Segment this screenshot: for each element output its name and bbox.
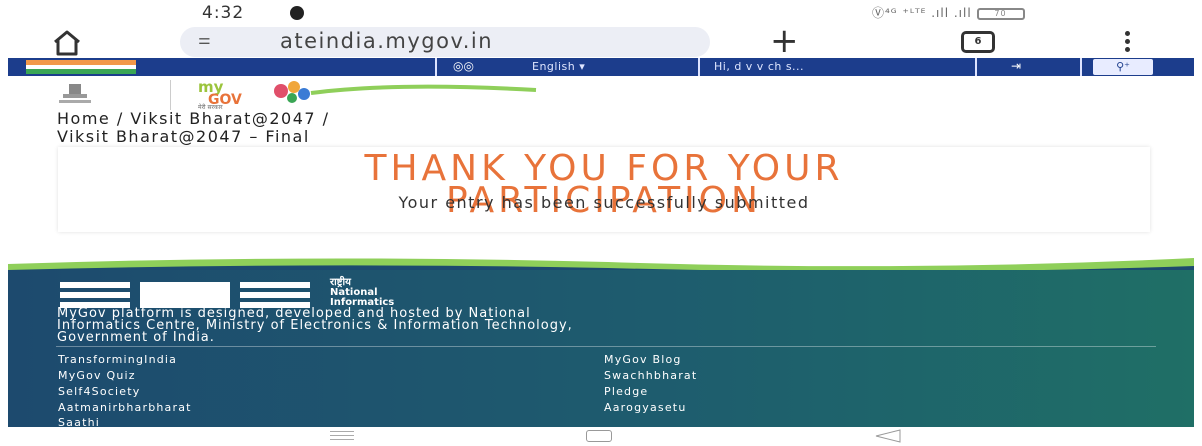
breadcrumb-current: Viksit Bharat@2047 – Final [57,127,310,146]
breadcrumb-separator: / [116,109,124,128]
nic-name: राष्ट्रीय National Informatics [330,278,394,308]
battery-icon: 70 [976,7,1025,20]
language-selector[interactable]: English ▾ [532,60,585,73]
home-icon[interactable] [52,30,82,56]
footer-link-mygov-quiz[interactable]: MyGov Quiz [58,369,136,382]
nav-divider [1080,58,1082,76]
thank-you-card: THANK YOU FOR YOUR PARTICIPATION Your en… [58,147,1150,232]
new-tab-icon[interactable]: + [770,24,799,58]
url-text[interactable]: ateindia.mygov.in [280,29,493,53]
footer-link-aarogyasetu[interactable]: Aarogyasetu [604,401,687,414]
footer-description-line: Informatics Centre, Ministry of Electron… [57,318,573,333]
tab-switcher-icon[interactable]: 6 [961,31,995,53]
breadcrumb: Home / Viksit Bharat@2047 / Viksit Bhara… [57,110,330,146]
user-add-icon[interactable]: ⚲⁺ [1093,59,1153,75]
browser-toolbar: ⚌ ateindia.mygov.in + 6 [0,24,1202,58]
top-navbar: ◎◎ English ▾ Hi, d v v ch s... ⇥ ⚲⁺ [8,58,1194,76]
footer-link-pledge[interactable]: Pledge [604,385,648,398]
address-bar[interactable]: ⚌ ateindia.mygov.in [180,27,710,57]
national-emblem-logo[interactable] [55,82,95,108]
footer-link-mygov-blog[interactable]: MyGov Blog [604,353,682,366]
footer-link-swachhbharat[interactable]: Swachhbharat [604,369,697,382]
footer-divider [56,346,1156,347]
back-icon[interactable] [874,429,902,443]
india-flag-icon [26,60,136,74]
logo-divider [170,80,171,110]
more-menu-icon[interactable] [1125,31,1131,55]
notification-icon [290,6,304,20]
submission-confirmation: Your entry has been successfully submitt… [398,193,810,212]
mygov-logo[interactable]: my GOV मेरी सरकार [196,78,556,110]
breadcrumb-separator: / [322,109,330,128]
footer-description-line: Government of India. [57,330,215,345]
footer-link-aatmanirbharbharat[interactable]: Aatmanirbharbharat [58,401,192,414]
accessibility-icon[interactable]: ◎◎ [453,59,474,73]
footer-link-transformingindia[interactable]: TransformingIndia [58,353,177,366]
signal-icon: Ⓥ⁴ᴳ ⁺ᴸᵀᴱ .ıll .ıll [872,6,972,20]
site-settings-icon[interactable]: ⚌ [198,32,211,48]
recent-apps-icon[interactable] [330,431,354,443]
breadcrumb-home-link[interactable]: Home [57,109,110,128]
nav-divider [975,58,977,76]
signal-indicators: Ⓥ⁴ᴳ ⁺ᴸᵀᴱ .ıll .ıll 70 [872,4,1025,21]
footer-link-self4society[interactable]: Self4Society [58,385,140,398]
status-bar: 4:32 Ⓥ⁴ᴳ ⁺ᴸᵀᴱ .ıll .ıll 70 [0,0,1202,26]
footer-description: MyGov platform is designed, developed an… [57,307,1177,345]
breadcrumb-section-link[interactable]: Viksit Bharat@2047 [130,109,316,128]
user-greeting[interactable]: Hi, d v v ch s... [714,60,804,73]
status-time: 4:32 [202,3,245,23]
site-footer: राष्ट्रीय National Informatics MyGov pla… [8,270,1194,429]
nav-divider [435,58,437,76]
home-button-icon[interactable] [586,430,612,442]
android-navigation-bar [0,427,1202,446]
logout-icon[interactable]: ⇥ [1011,59,1021,73]
nav-divider [698,58,700,76]
